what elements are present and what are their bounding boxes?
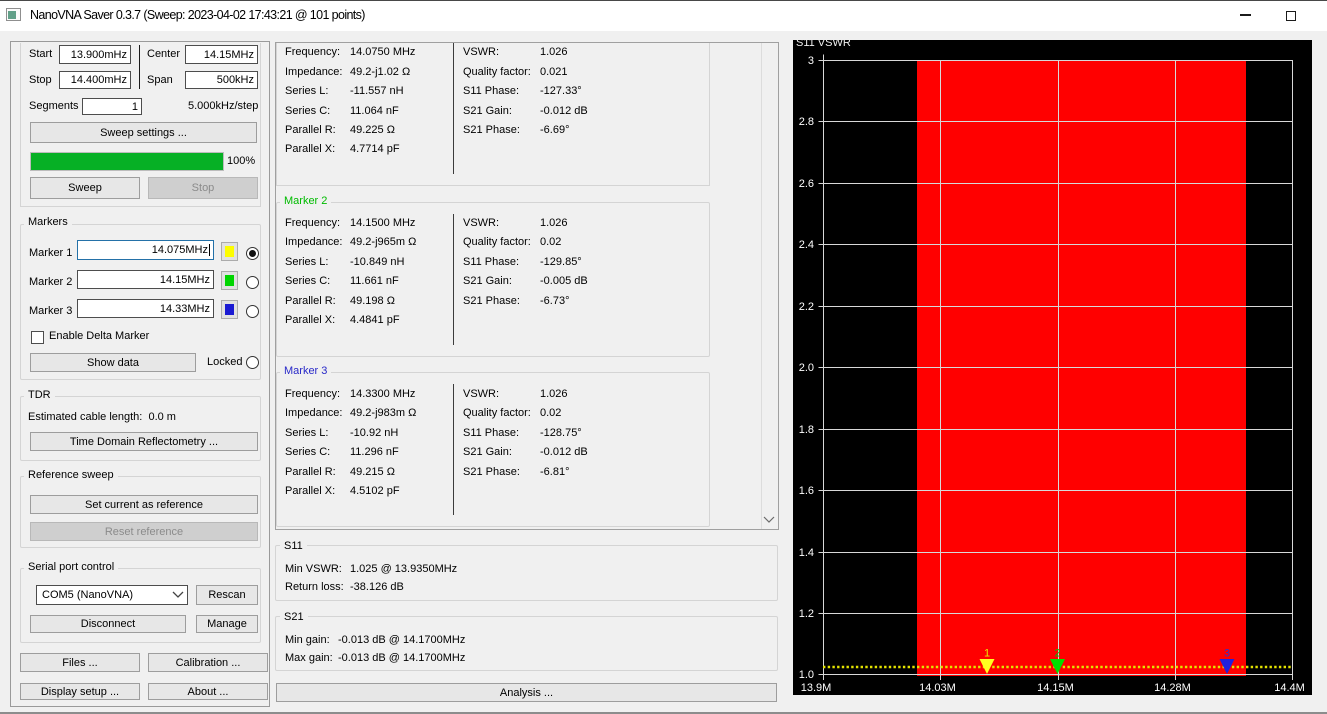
svg-text:14.15M: 14.15M [1037, 682, 1074, 694]
svg-text:2.2: 2.2 [799, 301, 814, 313]
svg-text:13.9M: 13.9M [801, 682, 832, 694]
svg-text:2.4: 2.4 [799, 239, 814, 251]
svg-text:2: 2 [1054, 648, 1060, 660]
svg-text:14.28M: 14.28M [1154, 682, 1191, 694]
svg-text:1.2: 1.2 [799, 608, 814, 620]
svg-text:1: 1 [984, 648, 990, 660]
svg-text:14.03M: 14.03M [919, 682, 956, 694]
svg-text:S11 VSWR: S11 VSWR [796, 40, 851, 49]
svg-text:2.6: 2.6 [799, 178, 814, 190]
svg-text:3: 3 [808, 55, 814, 67]
svg-text:2.0: 2.0 [799, 362, 814, 374]
svg-text:3: 3 [1224, 648, 1230, 660]
svg-text:1.6: 1.6 [799, 485, 814, 497]
svg-text:1.8: 1.8 [799, 424, 814, 436]
svg-text:2.8: 2.8 [799, 116, 814, 128]
svg-text:1.4: 1.4 [799, 547, 814, 559]
svg-text:14.4M: 14.4M [1274, 682, 1305, 694]
svg-text:1.0: 1.0 [799, 669, 814, 681]
